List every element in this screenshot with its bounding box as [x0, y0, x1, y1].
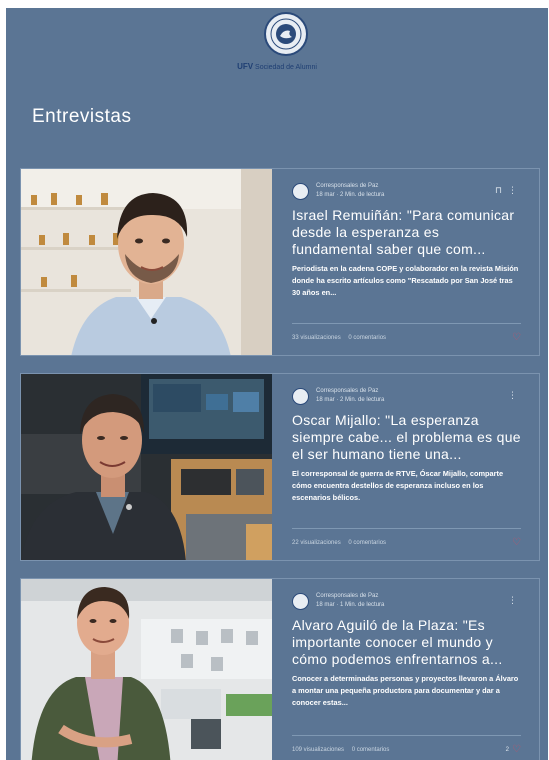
- post-excerpt[interactable]: Conocer a determinadas personas y proyec…: [292, 673, 521, 709]
- comments-count[interactable]: 0 comentarios: [348, 335, 386, 341]
- site-logo[interactable]: [264, 12, 308, 56]
- post-body: Corresponsales de Paz 18 mar · 2 Min. de…: [272, 169, 539, 355]
- post-date: 18 mar: [316, 192, 335, 198]
- post-image[interactable]: [21, 374, 272, 560]
- post-stats: 33 visualizaciones 0 comentarios: [292, 335, 392, 341]
- more-options-icon[interactable]: ⋮: [508, 595, 517, 605]
- post-meta: 18 mar · 2 Min. de lectura: [316, 192, 385, 198]
- divider: [292, 735, 521, 736]
- post-card[interactable]: Corresponsales de Paz 18 mar · 2 Min. de…: [20, 168, 540, 356]
- author-name[interactable]: Corresponsales de Paz: [316, 593, 378, 599]
- author-name[interactable]: Corresponsales de Paz: [316, 388, 378, 394]
- read-time: 2 Min. de lectura: [340, 192, 385, 198]
- post-date: 18 mar: [316, 602, 335, 608]
- divider: [292, 323, 521, 324]
- logo-emblem-icon: [270, 18, 302, 50]
- more-options-icon[interactable]: ⋮: [508, 185, 517, 195]
- heart-icon[interactable]: ♡: [512, 332, 521, 343]
- site-header: UFV Sociedad de Alumni: [6, 8, 548, 78]
- more-options-icon[interactable]: ⋮: [508, 390, 517, 400]
- post-stats: 109 visualizaciones 0 comentarios: [292, 747, 395, 753]
- post-actions: ⋮: [502, 595, 517, 606]
- author-avatar[interactable]: [292, 183, 309, 200]
- post-image[interactable]: [21, 169, 272, 355]
- blog-page: UFV Sociedad de Alumni Entrevistas Corre…: [6, 8, 548, 760]
- post-meta: 18 mar · 1 Min. de lectura: [316, 602, 385, 608]
- heart-icon[interactable]: ♡: [512, 744, 521, 755]
- post-title[interactable]: Israel Remuiñán: "Para comunicar desde l…: [292, 207, 521, 258]
- post-photo-icon: [21, 374, 272, 560]
- views-count: 109 visualizaciones: [292, 747, 345, 753]
- post-actions: ⋮: [502, 390, 517, 401]
- post-stats: 22 visualizaciones 0 comentarios: [292, 540, 392, 546]
- read-time: 2 Min. de lectura: [340, 397, 385, 403]
- heart-icon[interactable]: ♡: [512, 537, 521, 548]
- section-title: Entrevistas: [32, 106, 132, 127]
- post-photo-icon: [21, 169, 272, 355]
- read-time: 1 Min. de lectura: [340, 602, 385, 608]
- bookmark-icon[interactable]: ⊓: [495, 185, 502, 195]
- post-excerpt[interactable]: El corresponsal de guerra de RTVE, Óscar…: [292, 468, 521, 504]
- views-count: 33 visualizaciones: [292, 335, 341, 341]
- author-name[interactable]: Corresponsales de Paz: [316, 183, 378, 189]
- brand-line: UFV Sociedad de Alumni: [6, 62, 548, 71]
- post-title[interactable]: Oscar Mijallo: "La esperanza siempre cab…: [292, 412, 521, 463]
- post-actions: ⊓ ⋮: [489, 185, 517, 196]
- post-title[interactable]: Alvaro Aguiló de la Plaza: "Es important…: [292, 617, 521, 668]
- author-avatar[interactable]: [292, 388, 309, 405]
- post-image[interactable]: [21, 579, 272, 760]
- author-avatar[interactable]: [292, 593, 309, 610]
- post-photo-icon: [21, 579, 272, 760]
- brand-rest: Sociedad de Alumni: [255, 64, 317, 71]
- post-card[interactable]: Corresponsales de Paz 18 mar · 2 Min. de…: [20, 373, 540, 561]
- comments-count[interactable]: 0 comentarios: [352, 747, 390, 753]
- post-excerpt[interactable]: Periodista en la cadena COPE y colaborad…: [292, 263, 521, 299]
- post-body: Corresponsales de Paz 18 mar · 2 Min. de…: [272, 374, 539, 560]
- post-body: Corresponsales de Paz 18 mar · 1 Min. de…: [272, 579, 539, 760]
- comments-count[interactable]: 0 comentarios: [348, 540, 386, 546]
- views-count: 22 visualizaciones: [292, 540, 341, 546]
- brand-bold: UFV: [237, 62, 254, 71]
- post-meta: 18 mar · 2 Min. de lectura: [316, 397, 385, 403]
- likes-count: 2: [505, 747, 509, 753]
- post-card[interactable]: Corresponsales de Paz 18 mar · 1 Min. de…: [20, 578, 540, 760]
- post-date: 18 mar: [316, 397, 335, 403]
- divider: [292, 528, 521, 529]
